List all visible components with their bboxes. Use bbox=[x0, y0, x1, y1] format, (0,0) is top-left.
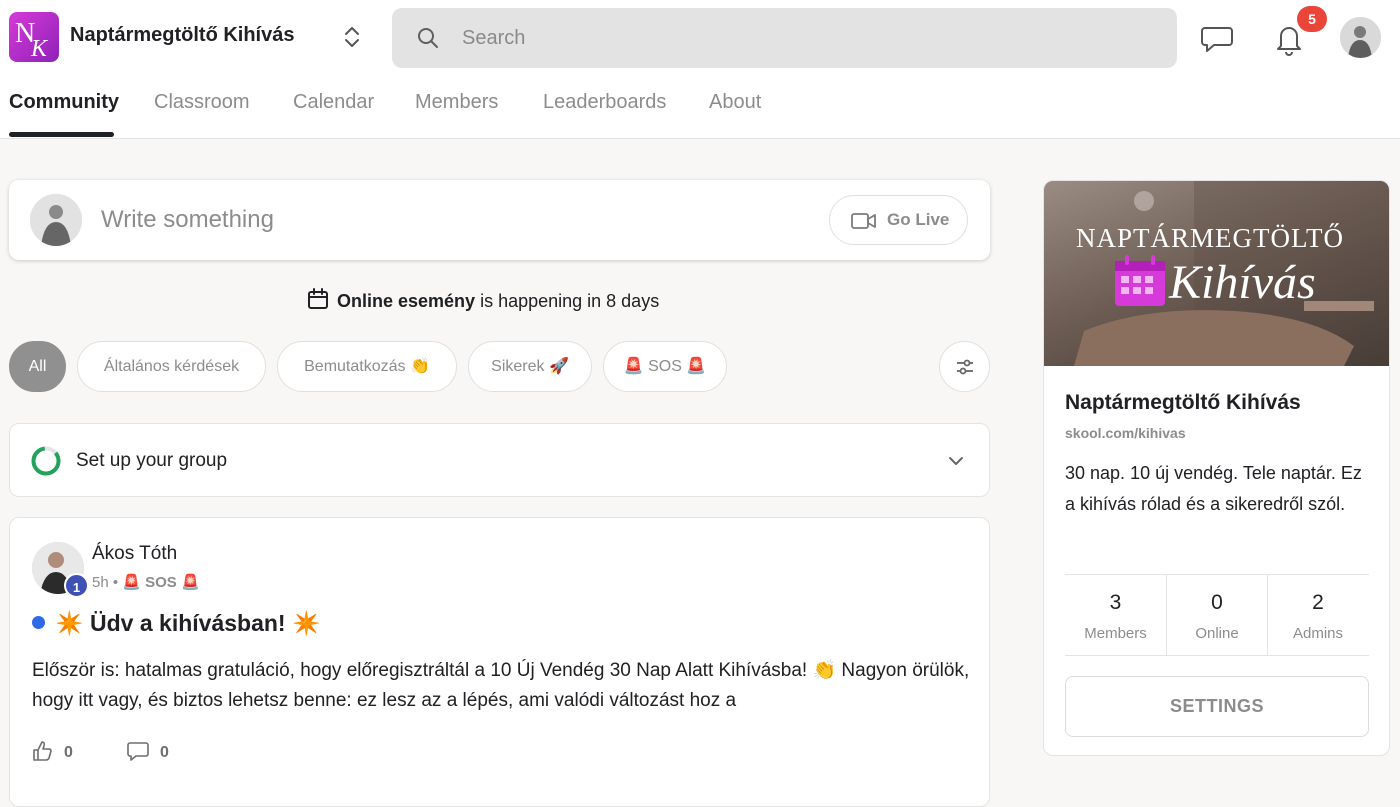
comment-icon bbox=[127, 742, 149, 761]
tab-calendar[interactable]: Calendar bbox=[293, 91, 374, 114]
post-title-text: ✴️ Üdv a kihívásban! ✴️ bbox=[55, 610, 321, 636]
banner-title-line2: Kihívás bbox=[1169, 256, 1316, 309]
post-category[interactable]: 🚨 SOS 🚨 bbox=[122, 574, 199, 591]
stat-online-value: 0 bbox=[1211, 591, 1223, 614]
svg-text:K: K bbox=[30, 36, 49, 62]
unread-dot bbox=[32, 616, 45, 629]
comment-button[interactable]: 0 bbox=[126, 740, 169, 762]
post-body[interactable]: Először is: hatalmas gratuláció, hogy el… bbox=[32, 656, 982, 716]
comment-count: 0 bbox=[160, 744, 169, 761]
active-tab-indicator bbox=[9, 132, 114, 137]
stat-members-value: 3 bbox=[1109, 591, 1122, 614]
top-bar: N K Naptármegtöltő Kihívás 5 bbox=[0, 0, 1400, 139]
thumbs-up-icon bbox=[33, 741, 52, 761]
filter-chip-introductions[interactable]: Bemutatkozás 👏 bbox=[277, 341, 457, 392]
group-about-card: NAPTÁRMEGTÖLTŐ Kihívás Naptármegtöltő Ki… bbox=[1043, 180, 1390, 756]
tab-leaderboards[interactable]: Leaderboards bbox=[543, 91, 666, 114]
sliders-icon bbox=[957, 359, 973, 375]
search-input[interactable] bbox=[462, 18, 1142, 58]
stat-online[interactable]: 0 Online bbox=[1166, 575, 1267, 655]
setup-progress-ring-icon bbox=[31, 446, 61, 476]
tab-members[interactable]: Members bbox=[415, 91, 498, 114]
go-live-button[interactable]: Go Live bbox=[829, 195, 968, 245]
group-logo[interactable]: N K bbox=[9, 12, 59, 62]
like-count: 0 bbox=[64, 744, 73, 761]
setup-group-label: Set up your group bbox=[76, 450, 228, 471]
chevron-down-icon[interactable] bbox=[947, 452, 965, 470]
post-meta: 5h • 🚨 SOS 🚨 bbox=[92, 573, 200, 591]
logo-monogram-icon: N K bbox=[15, 18, 49, 62]
upcoming-event-notice[interactable]: Online esemény is happening in 8 days bbox=[307, 288, 659, 312]
stat-admins[interactable]: 2 Admins bbox=[1267, 575, 1368, 655]
stat-admins-value: 2 bbox=[1312, 591, 1324, 614]
filter-chip-successes[interactable]: Sikerek 🚀 bbox=[468, 341, 592, 392]
calendar-icon bbox=[308, 288, 328, 309]
banner-calendar-icon bbox=[1115, 255, 1165, 306]
stat-online-label: Online bbox=[1195, 625, 1239, 642]
tab-about[interactable]: About bbox=[709, 91, 761, 114]
settings-button[interactable]: SETTINGS bbox=[1065, 676, 1369, 737]
search-icon bbox=[416, 26, 440, 55]
post-author[interactable]: Ákos Tóth bbox=[92, 543, 177, 565]
stat-admins-label: Admins bbox=[1292, 625, 1344, 642]
like-button[interactable]: 0 bbox=[32, 740, 73, 762]
post-time: 5h bbox=[92, 574, 109, 591]
search-bar[interactable] bbox=[392, 8, 1177, 68]
filter-chip-sos[interactable]: 🚨 SOS 🚨 bbox=[603, 341, 727, 392]
event-name[interactable]: Online esemény bbox=[337, 291, 475, 311]
post-composer[interactable]: Write something Go Live bbox=[9, 180, 990, 260]
go-live-label: Go Live bbox=[887, 210, 950, 229]
user-avatar[interactable] bbox=[1340, 17, 1381, 58]
group-switcher-icon[interactable] bbox=[339, 22, 365, 52]
post-title[interactable]: ✴️ Üdv a kihívásban! ✴️ bbox=[32, 610, 321, 637]
chat-icon[interactable] bbox=[1200, 22, 1234, 54]
notification-count-badge[interactable]: 5 bbox=[1297, 6, 1327, 32]
meta-separator: • bbox=[108, 574, 123, 591]
filter-chip-general-questions[interactable]: Általános kérdések bbox=[77, 341, 266, 392]
composer-avatar bbox=[30, 194, 82, 246]
group-name[interactable]: Naptármegtöltő Kihívás bbox=[70, 24, 294, 47]
post-card[interactable]: 1 Ákos Tóth 5h • 🚨 SOS 🚨 ✴️ Üdv a kihívá… bbox=[9, 517, 990, 807]
group-cover-image: NAPTÁRMEGTÖLTŐ Kihívás bbox=[1044, 181, 1389, 366]
tab-community[interactable]: Community bbox=[9, 91, 119, 114]
tab-classroom[interactable]: Classroom bbox=[154, 91, 250, 114]
group-url[interactable]: skool.com/kihivas bbox=[1065, 425, 1186, 441]
author-level-badge: 1 bbox=[64, 573, 89, 598]
banner-title-line1: NAPTÁRMEGTÖLTŐ bbox=[1076, 223, 1345, 253]
filter-chip-all[interactable]: All bbox=[9, 341, 66, 392]
group-description: 30 nap. 10 új vendég. Tele naptár. Ez a … bbox=[1065, 463, 1362, 514]
setup-group-panel[interactable]: Set up your group bbox=[9, 423, 990, 497]
event-countdown: is happening in 8 days bbox=[475, 291, 660, 311]
write-something-input[interactable]: Write something bbox=[101, 206, 274, 234]
stat-members[interactable]: 3 Members bbox=[1065, 575, 1166, 655]
filter-settings-button[interactable] bbox=[939, 341, 990, 392]
stat-members-label: Members bbox=[1084, 625, 1147, 642]
group-stats: 3 Members 0 Online 2 Admins bbox=[1065, 574, 1369, 656]
video-camera-icon bbox=[851, 213, 876, 229]
card-group-name: Naptármegtöltő Kihívás bbox=[1065, 391, 1301, 414]
